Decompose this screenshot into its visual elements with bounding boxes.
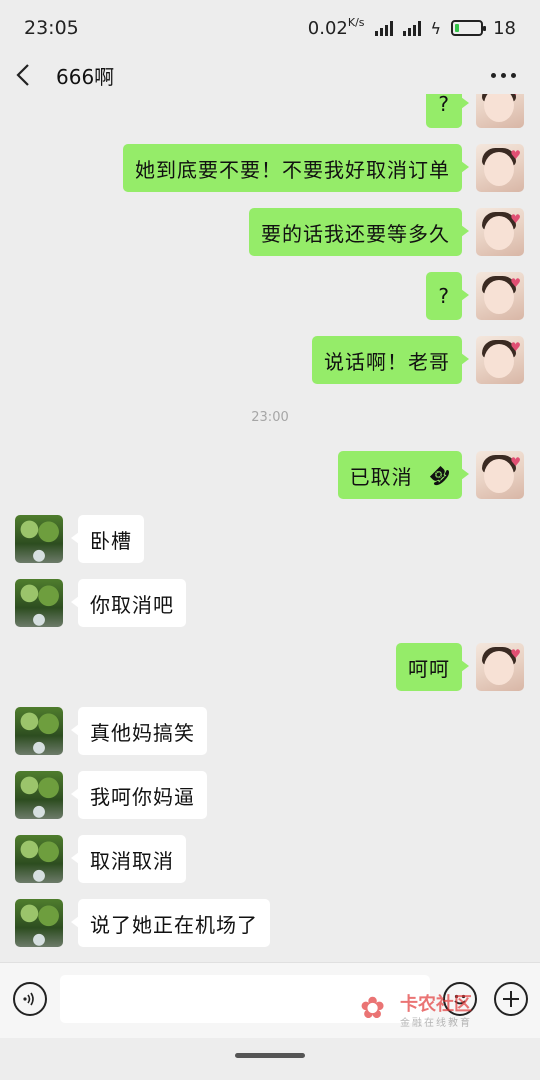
message-bubble-mine[interactable]: ? bbox=[426, 272, 469, 320]
message-bubble-mine[interactable]: 要的话我还要等多久 bbox=[249, 208, 469, 256]
contact-avatar[interactable] bbox=[15, 707, 63, 755]
my-avatar[interactable]: ♥ bbox=[476, 94, 524, 128]
message-text: ? bbox=[438, 94, 450, 116]
status-bar: 23:05 0.02K/s ϟ 18 bbox=[0, 0, 540, 56]
watermark-subtitle: 金融在线教育 bbox=[400, 1018, 472, 1029]
message-text: 要的话我还要等多久 bbox=[261, 221, 450, 246]
call-record-bubble[interactable]: 已取消 ☎ bbox=[337, 451, 470, 499]
chat-header: 666啊 bbox=[0, 56, 540, 94]
message-text: 我呵你妈逼 bbox=[90, 784, 195, 809]
network-speed: 0.02K/s bbox=[307, 15, 365, 39]
message-bubble-theirs[interactable]: 取消取消 bbox=[71, 835, 186, 883]
message-text: 真他妈搞笑 bbox=[90, 720, 195, 745]
message-text: 卧槽 bbox=[90, 528, 132, 553]
message-bubble-mine[interactable]: 她到底要不要！不要我好取消订单 bbox=[123, 144, 469, 192]
message-bubble-theirs[interactable]: 你取消吧 bbox=[71, 579, 186, 627]
status-time: 23:05 bbox=[24, 17, 79, 39]
my-avatar[interactable]: ♥ bbox=[476, 272, 524, 320]
message-text: ? bbox=[438, 284, 450, 308]
message-text: 说了她正在机场了 bbox=[90, 912, 258, 937]
my-avatar[interactable]: ♥ bbox=[476, 336, 524, 384]
chat-title: 666啊 bbox=[56, 64, 115, 89]
phone-hangup-icon: ☎ bbox=[422, 459, 454, 491]
signal-4g-icon bbox=[402, 20, 421, 36]
watermark: ✿ 卡农社区 金融在线教育 bbox=[360, 990, 490, 1030]
status-indicators: 0.02K/s ϟ 18 bbox=[307, 15, 516, 39]
message-text: 她到底要不要！不要我好取消订单 bbox=[135, 157, 450, 182]
network-speed-value: 0.02 bbox=[307, 17, 348, 39]
contact-avatar[interactable] bbox=[15, 899, 63, 947]
message-text: 已取消 bbox=[349, 464, 413, 489]
message-text: 你取消吧 bbox=[90, 592, 174, 617]
home-indicator[interactable] bbox=[235, 1053, 305, 1058]
signal-icon bbox=[374, 20, 393, 36]
battery-fill bbox=[455, 24, 460, 32]
message-bubble-mine[interactable]: ? bbox=[426, 94, 469, 128]
message-timestamp: 23:00 bbox=[251, 410, 289, 425]
message-bubble-theirs[interactable]: 我呵你妈逼 bbox=[71, 771, 207, 819]
back-icon[interactable] bbox=[16, 63, 36, 87]
message-bubble-mine[interactable]: 说话啊！老哥 bbox=[312, 336, 469, 384]
battery-icon bbox=[451, 20, 487, 36]
watermark-logo-icon: ✿ bbox=[360, 991, 386, 1026]
voice-input-icon[interactable] bbox=[13, 982, 47, 1016]
network-speed-unit: K/s bbox=[347, 15, 365, 29]
watermark-title: 卡农社区 bbox=[400, 994, 472, 1015]
message-text: 说话啊！老哥 bbox=[324, 349, 450, 374]
my-avatar[interactable]: ♥ bbox=[476, 144, 524, 192]
battery-level: 18 bbox=[493, 17, 516, 39]
message-bubble-theirs[interactable]: 卧槽 bbox=[71, 515, 144, 563]
contact-avatar[interactable] bbox=[15, 579, 63, 627]
my-avatar[interactable]: ♥ bbox=[476, 451, 524, 499]
message-bubble-theirs[interactable]: 真他妈搞笑 bbox=[71, 707, 207, 755]
contact-avatar[interactable] bbox=[15, 771, 63, 819]
charging-icon: ϟ bbox=[430, 18, 442, 38]
message-text: 呵呵 bbox=[408, 656, 450, 681]
contact-avatar[interactable] bbox=[15, 515, 63, 563]
message-list[interactable]: ? ♥ 她到底要不要！不要我好取消订单 ♥ 要的话我还要等多久 ♥ ? ♥ 说话… bbox=[0, 94, 540, 962]
message-bubble-theirs[interactable]: 说了她正在机场了 bbox=[71, 899, 270, 947]
message-text: 取消取消 bbox=[90, 848, 174, 873]
more-options-icon[interactable] bbox=[491, 72, 524, 78]
contact-avatar[interactable] bbox=[15, 835, 63, 883]
more-functions-plus-icon[interactable] bbox=[494, 982, 528, 1016]
my-avatar[interactable]: ♥ bbox=[476, 208, 524, 256]
message-bubble-mine[interactable]: 呵呵 bbox=[396, 643, 469, 691]
my-avatar[interactable]: ♥ bbox=[476, 643, 524, 691]
